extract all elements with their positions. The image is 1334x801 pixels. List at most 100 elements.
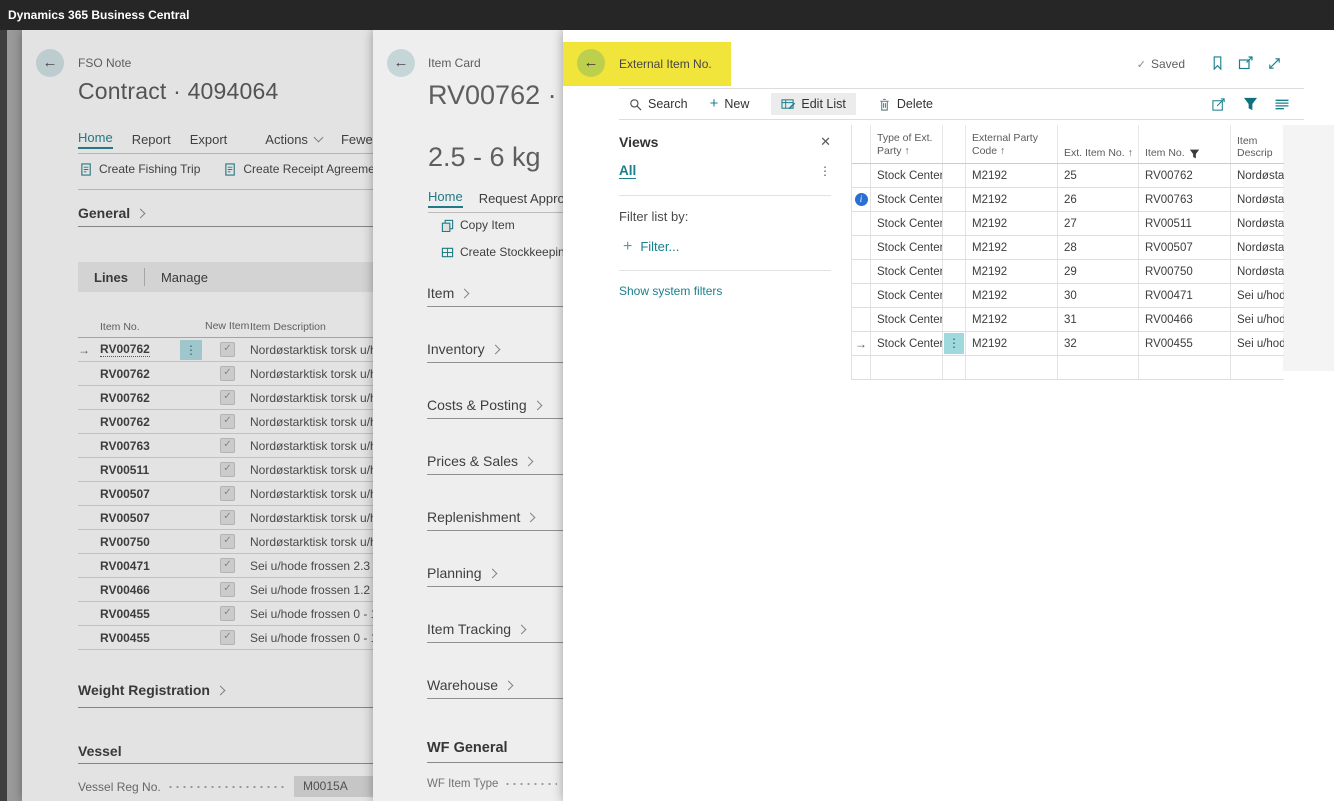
cell-item-description[interactable]: Nordøstar xyxy=(1231,188,1284,211)
cell-external-party-code[interactable]: M2192 xyxy=(966,308,1058,331)
cell-ext-item-no[interactable]: 31 xyxy=(1058,308,1139,331)
cell-external-party-code[interactable]: M2192 xyxy=(966,284,1058,307)
new-item-checkbox[interactable]: ✓ xyxy=(220,558,235,573)
tab-manage[interactable]: Manage xyxy=(161,270,208,285)
table-row[interactable]: i → Stock Center ⋮ M2192 27 RV00511 Nord… xyxy=(852,212,1284,236)
table-row[interactable]: → RV00466 ⋮ ✓ Sei u/hode frossen 1.2 - 2 xyxy=(78,578,373,602)
cell-item-no[interactable]: RV00750 xyxy=(1139,260,1231,283)
cell-item-description[interactable]: Nordøstarktisk torsk u/h xyxy=(250,487,373,501)
table-row[interactable]: → RV00762 ⋮ ✓ Nordøstarktisk torsk u/h xyxy=(78,362,373,386)
cell-external-party-code[interactable]: M2192 xyxy=(966,236,1058,259)
column-header-new-item[interactable]: New Item xyxy=(205,320,250,337)
cell-ext-item-no[interactable]: 32 xyxy=(1058,332,1139,355)
cell-ext-item-no[interactable]: 25 xyxy=(1058,164,1139,187)
expand-icon[interactable] xyxy=(1267,56,1282,71)
table-row[interactable]: i → Stock Center ⋮ M2192 28 RV00507 Nord… xyxy=(852,236,1284,260)
table-row[interactable]: i → Stock Center ⋮ M2192 32 RV00455 Sei … xyxy=(852,332,1284,356)
new-item-checkbox[interactable]: ✓ xyxy=(220,438,235,453)
cell-item-no[interactable]: RV00762 xyxy=(100,342,180,357)
cell-item-no[interactable]: RV00455 xyxy=(100,631,180,645)
list-view-icon[interactable] xyxy=(1274,98,1290,111)
create-fishing-trip-button[interactable]: Create Fishing Trip xyxy=(80,162,200,176)
column-header-item-description[interactable]: Item Description xyxy=(250,321,373,337)
cell-item-no[interactable]: RV00511 xyxy=(100,463,180,477)
cell-item-no[interactable]: RV00511 xyxy=(1139,212,1231,235)
cell-item-no[interactable]: RV00750 xyxy=(100,535,180,549)
table-row[interactable]: → RV00750 ⋮ ✓ Nordøstarktisk torsk u/h xyxy=(78,530,373,554)
cell-item-description[interactable]: Nordøstar xyxy=(1231,236,1284,259)
back-button[interactable]: ← xyxy=(387,49,415,77)
fasttab-section-header[interactable]: Warehouse xyxy=(427,677,563,733)
new-item-checkbox[interactable]: ✓ xyxy=(220,582,235,597)
cell-item-description[interactable]: Sei u/hode frossen 0 - 1.2 xyxy=(250,631,373,645)
table-row[interactable]: i → Stock Center ⋮ M2192 29 RV00750 Nord… xyxy=(852,260,1284,284)
new-item-checkbox[interactable]: ✓ xyxy=(220,630,235,645)
new-item-checkbox[interactable]: ✓ xyxy=(220,510,235,525)
cell-item-description[interactable]: Sei u/hod xyxy=(1231,308,1284,331)
cell-item-no[interactable]: RV00466 xyxy=(100,583,180,597)
menu-home[interactable]: Home xyxy=(78,130,113,149)
table-row[interactable]: i → Stock Center ⋮ M2192 31 RV00466 Sei … xyxy=(852,308,1284,332)
column-header-item-description[interactable]: Item Descrip xyxy=(1231,125,1284,163)
column-header-ext-item-no[interactable]: Ext. Item No. ↑ xyxy=(1058,125,1139,163)
cell-item-no[interactable]: RV00762 xyxy=(1139,164,1231,187)
new-item-checkbox[interactable]: ✓ xyxy=(220,390,235,405)
cell-item-description[interactable]: Nordøstarktisk torsk u/h xyxy=(250,439,373,453)
fasttab-section-header[interactable]: Item Tracking xyxy=(427,621,563,677)
share-icon[interactable] xyxy=(1211,97,1227,112)
create-receipt-agreement-button[interactable]: Create Receipt Agreement xyxy=(224,162,373,176)
back-button[interactable]: ← xyxy=(36,49,64,77)
cell-item-description[interactable]: Sei u/hod xyxy=(1231,332,1284,355)
menu-request-approval[interactable]: Request Approva xyxy=(479,191,563,206)
column-header-item-no[interactable]: Item No. xyxy=(100,321,205,337)
menu-report[interactable]: Report xyxy=(132,132,171,147)
edit-list-button[interactable]: Edit List xyxy=(771,93,856,115)
cell-item-no[interactable]: RV00455 xyxy=(1139,332,1231,355)
new-item-checkbox[interactable]: ✓ xyxy=(220,462,235,477)
cell-ext-item-no[interactable]: 30 xyxy=(1058,284,1139,307)
cell-item-description[interactable]: Nordøstar xyxy=(1231,164,1284,187)
cell-ext-item-no[interactable]: 27 xyxy=(1058,212,1139,235)
cell-item-description[interactable]: Nordøstarktisk torsk u/h xyxy=(250,367,373,381)
column-header-item-no[interactable]: Item No. xyxy=(1139,125,1231,163)
general-section-header[interactable]: General xyxy=(78,205,146,221)
open-in-new-window-icon[interactable] xyxy=(1238,55,1254,71)
fasttab-section-header[interactable]: Replenishment xyxy=(427,509,563,565)
cell-item-no[interactable]: RV00471 xyxy=(1139,284,1231,307)
new-button[interactable]: + New xyxy=(710,96,750,111)
cell-type-of-ext-party[interactable]: Stock Center xyxy=(871,332,943,355)
cell-item-no[interactable]: RV00507 xyxy=(100,511,180,525)
cell-type-of-ext-party[interactable]: Stock Center xyxy=(871,308,943,331)
new-item-checkbox[interactable]: ✓ xyxy=(220,606,235,621)
delete-button[interactable]: Delete xyxy=(878,97,933,111)
menu-export[interactable]: Export xyxy=(190,132,228,147)
cell-item-description[interactable]: Nordøstarktisk torsk u/h xyxy=(250,511,373,525)
menu-home[interactable]: Home xyxy=(428,189,463,208)
info-icon[interactable]: i xyxy=(854,193,868,206)
cell-item-no[interactable]: RV00455 xyxy=(100,607,180,621)
fasttab-section-header[interactable]: Planning xyxy=(427,565,563,621)
cell-type-of-ext-party[interactable]: Stock Center xyxy=(871,284,943,307)
new-item-checkbox[interactable]: ✓ xyxy=(220,486,235,501)
cell-item-description[interactable]: Nordøstarktisk torsk u/h xyxy=(250,535,373,549)
cell-ext-item-no[interactable]: 29 xyxy=(1058,260,1139,283)
cell-item-description[interactable]: Sei u/hod xyxy=(1231,284,1284,307)
table-row[interactable]: → RV00507 ⋮ ✓ Nordøstarktisk torsk u/h xyxy=(78,506,373,530)
table-row[interactable]: i → Stock Center ⋮ M2192 26 RV00763 Nord… xyxy=(852,188,1284,212)
table-row[interactable]: → RV00455 ⋮ ✓ Sei u/hode frossen 0 - 1.2 xyxy=(78,626,373,650)
cell-item-no[interactable]: RV00507 xyxy=(1139,236,1231,259)
cell-ext-item-no[interactable]: 28 xyxy=(1058,236,1139,259)
filter-icon[interactable] xyxy=(1243,97,1258,111)
cell-item-description[interactable]: Nordøstarktisk torsk u/h xyxy=(250,343,373,357)
cell-type-of-ext-party[interactable]: Stock Center xyxy=(871,236,943,259)
vessel-section-header[interactable]: Vessel xyxy=(78,743,122,759)
add-filter-button[interactable]: + Filter... xyxy=(623,238,831,254)
show-system-filters-link[interactable]: Show system filters xyxy=(619,284,831,298)
menu-fewer-options[interactable]: Fewer op xyxy=(341,132,373,147)
cell-item-no[interactable]: RV00762 xyxy=(100,415,180,429)
table-row[interactable]: → RV00471 ⋮ ✓ Sei u/hode frossen 2.3 - 5 xyxy=(78,554,373,578)
table-row[interactable]: i → Stock Center ⋮ M2192 30 RV00471 Sei … xyxy=(852,284,1284,308)
cell-item-description[interactable]: Nordøstar xyxy=(1231,212,1284,235)
kebab-icon[interactable]: ⋮ xyxy=(819,164,831,178)
bookmark-icon[interactable] xyxy=(1210,55,1225,71)
